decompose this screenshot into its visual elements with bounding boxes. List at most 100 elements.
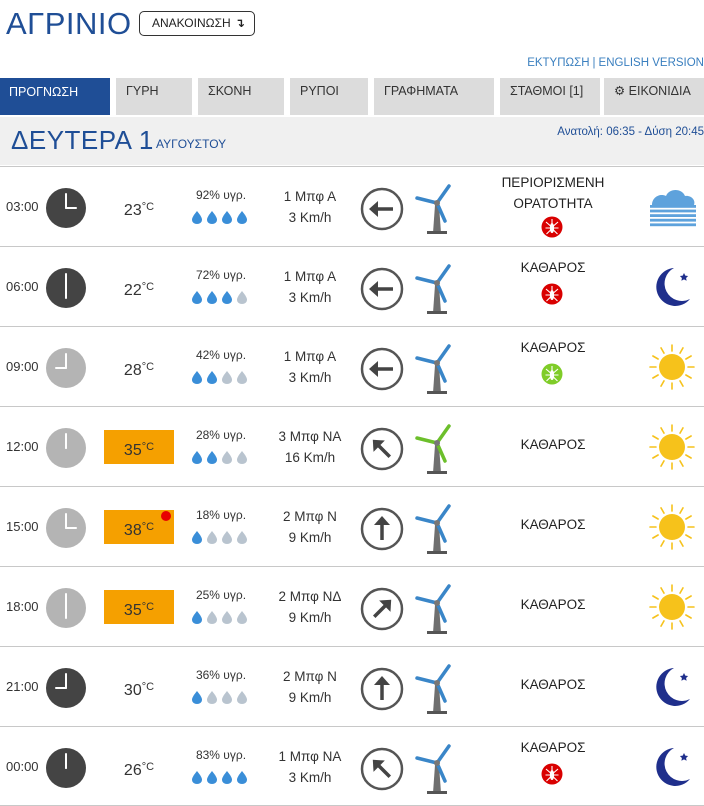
temperature: 26°C xyxy=(104,750,174,784)
temperature-unit: °C xyxy=(141,521,155,533)
forecast-time: 18:00 xyxy=(6,599,39,614)
moon-icon xyxy=(646,263,698,311)
wind-speed: 3 Km/h xyxy=(288,370,332,385)
wind-direction-arrow-icon xyxy=(360,667,404,711)
moon-icon xyxy=(646,663,698,711)
sky-condition-line: ΚΑΘΑΡΟΣ xyxy=(520,340,586,355)
sun-icon xyxy=(646,423,698,471)
wind-turbine-icon xyxy=(413,423,457,475)
arrow-down-icon: ↴ xyxy=(234,16,245,30)
temperature-value: 38 xyxy=(123,522,142,539)
sky-condition: ΚΑΘΑΡΟΣ xyxy=(478,434,628,455)
temperature-value: 30 xyxy=(123,682,142,699)
clock-icon xyxy=(45,507,87,549)
wind-beaufort: 1 Μπφ Α xyxy=(283,189,337,204)
humidity-drops-icon xyxy=(192,770,250,784)
wind-info: 1 Μπφ Α 3 Km/h xyxy=(262,346,358,388)
humidity-text: 83% υγρ. xyxy=(195,748,247,762)
temperature: 35°C xyxy=(104,430,174,464)
clock-icon xyxy=(45,267,87,309)
fog-cloud-icon xyxy=(646,183,698,231)
clock-icon xyxy=(45,667,87,709)
humidity-text: 18% υγρ. xyxy=(195,508,247,522)
sky-condition-line: ΠΕΡΙΟΡΙΣΜΕΝΗ xyxy=(501,175,605,190)
humidity-text: 36% υγρ. xyxy=(195,668,247,682)
temperature-value: 35 xyxy=(123,602,142,619)
tab-charts[interactable]: ΓΡΑΦΗΜΑΤΑ xyxy=(374,78,494,115)
top-links: ΕΚΤΥΠΩΣΗ | ENGLISH VERSION xyxy=(527,57,704,69)
temperature: 23°C xyxy=(104,190,174,224)
temperature-value: 26 xyxy=(123,762,142,779)
wind-beaufort: 2 Μπφ Ν xyxy=(283,509,337,524)
sky-condition-line: ΚΑΘΑΡΟΣ xyxy=(520,437,586,452)
sun-icon xyxy=(646,503,698,551)
forecast-time: 09:00 xyxy=(6,359,39,374)
day-header: ΔΕΥΤΕΡΑ 1 ΑΥΓΟΥΣΤΟΥ Ανατολή: 06:35 - Δύσ… xyxy=(0,117,704,165)
tab-pollen[interactable]: ΓΥΡΗ xyxy=(116,78,192,115)
wind-beaufort: 3 Μπφ ΝΑ xyxy=(278,429,342,444)
forecast-time: 12:00 xyxy=(6,439,39,454)
temperature-unit: °C xyxy=(141,681,155,693)
clock-icon xyxy=(45,587,87,629)
wind-speed: 16 Km/h xyxy=(284,450,336,465)
forecast-row: 06:00 22°C 72% υγρ. 1 Μπφ Α 3 Km/h ΚΑΘΑΡΟΣ xyxy=(0,246,704,326)
humidity-drops-icon xyxy=(192,210,250,224)
forecast-row: 21:00 30°C 36% υγρ. 2 Μπφ Ν 9 Km/h ΚΑΘΑΡΟΣ xyxy=(0,646,704,726)
humidity-text: 92% υγρ. xyxy=(195,188,247,202)
temperature: 22°C xyxy=(104,270,174,304)
sky-condition-line: ΟΡΑΤΟΤΗΤΑ xyxy=(513,196,593,211)
sky-condition-line: ΚΑΘΑΡΟΣ xyxy=(520,517,586,532)
temperature-unit: °C xyxy=(141,761,155,773)
sky-condition: ΚΑΘΑΡΟΣ xyxy=(478,337,628,358)
sky-condition-line: ΚΑΘΑΡΟΣ xyxy=(520,260,586,275)
wind-direction-arrow-icon xyxy=(360,427,404,471)
humidity-drops-icon xyxy=(192,530,250,544)
humidity-drops-icon xyxy=(192,450,250,464)
sky-condition: ΚΑΘΑΡΟΣ xyxy=(478,594,628,615)
temperature-unit: °C xyxy=(141,201,155,213)
wind-info: 3 Μπφ ΝΑ 16 Km/h xyxy=(262,426,358,468)
mosquito-icon xyxy=(541,363,563,385)
announce-button[interactable]: ΑΝΑΚΟΙΝΩΣΗ ↴ xyxy=(139,11,255,36)
tab-dust[interactable]: ΣΚΟΝΗ xyxy=(198,78,284,115)
wind-info: 1 Μπφ Α 3 Km/h xyxy=(262,266,358,308)
tab-stations[interactable]: ΣΤΑΘΜΟΙ [1] xyxy=(500,78,600,115)
wind-info: 1 Μπφ ΝΑ 3 Km/h xyxy=(262,746,358,788)
wind-beaufort: 2 Μπφ ΝΔ xyxy=(278,589,342,604)
wind-direction-arrow-icon xyxy=(360,347,404,391)
tab-bar: ΠΡΟΓΝΩΣΗ ΓΥΡΗ ΣΚΟΝΗ ΡΥΠΟΙ ΓΡΑΦΗΜΑΤΑ ΣΤΑΘ… xyxy=(0,78,704,115)
wind-info: 2 Μπφ Ν 9 Km/h xyxy=(262,506,358,548)
wind-direction-arrow-icon xyxy=(360,587,404,631)
wind-info: 2 Μπφ ΝΔ 9 Km/h xyxy=(262,586,358,628)
tab-forecast[interactable]: ΠΡΟΓΝΩΣΗ xyxy=(0,78,110,115)
print-link[interactable]: ΕΚΤΥΠΩΣΗ xyxy=(527,57,589,69)
sunrise-sunset: Ανατολή: 06:35 - Δύση 20:45 xyxy=(557,126,704,138)
wind-direction-arrow-icon xyxy=(360,507,404,551)
forecast-row: 09:00 28°C 42% υγρ. 1 Μπφ Α 3 Km/h ΚΑΘΑΡΟΣ xyxy=(0,326,704,406)
wind-speed: 9 Km/h xyxy=(288,610,332,625)
wind-turbine-icon xyxy=(413,503,457,555)
wind-speed: 3 Km/h xyxy=(288,770,332,785)
english-version-link[interactable]: ENGLISH VERSION xyxy=(599,57,704,69)
wind-turbine-icon xyxy=(413,183,457,235)
humidity-text: 25% υγρ. xyxy=(195,588,247,602)
forecast-time: 03:00 xyxy=(6,199,39,214)
wind-beaufort: 2 Μπφ Ν xyxy=(283,669,337,684)
wind-turbine-icon xyxy=(413,743,457,795)
temperature: 35°C xyxy=(104,590,174,624)
month-label: ΑΥΓΟΥΣΤΟΥ xyxy=(156,137,227,151)
clock-icon xyxy=(45,187,87,229)
wind-speed: 9 Km/h xyxy=(288,530,332,545)
temperature-value: 23 xyxy=(123,202,142,219)
forecast-row: 18:00 35°C 25% υγρ. 2 Μπφ ΝΔ 9 Km/h ΚΑΘΑΡΟΣ xyxy=(0,566,704,646)
temperature-unit: °C xyxy=(141,361,155,373)
tab-pollutants[interactable]: ΡΥΠΟΙ xyxy=(290,78,368,115)
wind-turbine-icon xyxy=(413,663,457,715)
sky-condition: ΚΑΘΑΡΟΣ xyxy=(478,257,628,278)
wind-speed: 9 Km/h xyxy=(288,690,332,705)
tab-icons[interactable]: ⚙ ΕΙΚΟΝΙΔΙΑ xyxy=(604,78,704,115)
forecast-time: 06:00 xyxy=(6,279,39,294)
mosquito-icon xyxy=(541,216,563,238)
wind-info: 1 Μπφ Α 3 Km/h xyxy=(262,186,358,228)
humidity-text: 42% υγρ. xyxy=(195,348,247,362)
